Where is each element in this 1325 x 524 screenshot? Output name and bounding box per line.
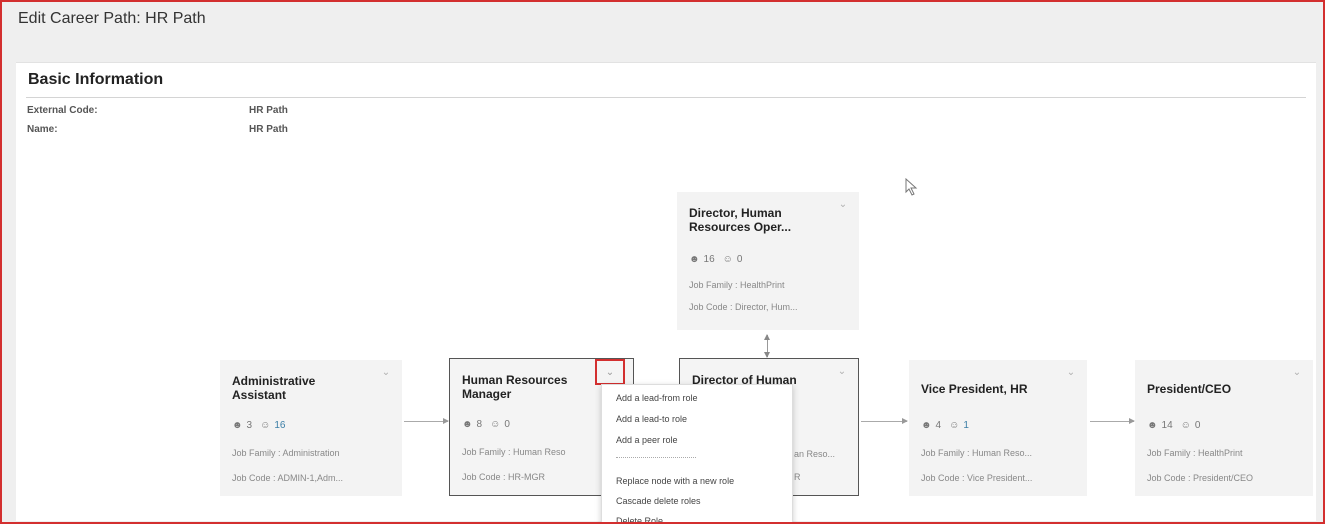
chevron-down-icon[interactable]: ⌄ [595,359,625,385]
users-icon: ☻ [689,254,700,265]
role-stats: ☻ 8 ☺ 0 [462,419,510,430]
job-code: Job Code : Vice President... [921,473,1033,483]
role-title: Human Resources Manager [462,373,568,401]
job-family: Job Family : Human Reso [462,447,566,457]
stat-count-b: 1 [963,420,969,431]
role-card-director-hr-ops[interactable]: Director, Human Resources Oper... ⌄ ☻ 16 … [677,192,859,330]
arrow-up-icon [764,334,770,340]
external-code-label: External Code: [27,105,98,116]
stat-count-b: 0 [1194,420,1201,431]
menu-item-cascade-delete-roles[interactable]: Cascade delete roles [616,496,701,506]
user-icon: ☺ [490,419,501,430]
role-title: Administrative Assistant [232,374,316,402]
stat-count-a: 8 [476,419,483,430]
menu-item-add-peer-role[interactable]: Add a peer role [616,435,678,445]
menu-divider [616,457,696,459]
name-value: HR Path [249,124,288,135]
stat-count-a: 4 [935,420,942,431]
section-divider [26,97,1306,98]
stat-count-a: 3 [246,420,253,431]
job-code: Job Code : ADMIN-1,Adm... [232,473,344,483]
job-family: Job Family : Human Reso... [921,448,1033,458]
user-icon: ☺ [1180,420,1191,431]
menu-item-add-lead-from-role[interactable]: Add a lead-from role [616,393,698,403]
role-stats: ☻ 3 ☺ 16 [232,420,285,431]
job-code: Job Code : President/CEO [1147,473,1254,483]
job-family: Job Family : HealthPrint [1147,448,1243,458]
chevron-down-icon[interactable]: ⌄ [837,200,849,210]
stat-count-b: 0 [504,419,510,430]
role-title: Vice President, HR [921,382,1028,396]
role-stats: ☻ 4 ☺ 1 [921,420,969,431]
connector-arrow [1090,418,1135,424]
node-context-menu: Add a lead-from role Add a lead-to role … [601,384,793,522]
chevron-down-icon[interactable]: ⌄ [1065,368,1077,378]
menu-item-add-lead-to-role[interactable]: Add a lead-to role [616,414,687,424]
stat-count-a: 14 [1161,420,1173,431]
job-family: Job Family : Administration [232,448,340,458]
chevron-down-icon[interactable]: ⌄ [380,368,392,378]
mouse-cursor-icon [905,178,918,196]
page-title: Edit Career Path: HR Path [18,10,206,27]
stat-count-b: 16 [274,420,286,431]
menu-item-replace-node[interactable]: Replace node with a new role [616,476,734,486]
role-stats: ☻ 16 ☺ 0 [689,254,742,265]
user-icon: ☺ [260,420,271,431]
role-card-administrative-assistant[interactable]: Administrative Assistant ⌄ ☻ 3 ☺ 16 Job Fa… [220,360,402,496]
users-icon: ☻ [921,420,932,431]
window-frame: Edit Career Path: HR Path Basic Informat… [0,0,1325,524]
menu-item-delete-role[interactable]: Delete Role [616,516,663,522]
name-label: Name: [27,124,58,135]
chevron-down-icon[interactable]: ⌄ [836,367,848,377]
user-icon: ☺ [949,420,960,431]
role-card-president-ceo[interactable]: President/CEO ⌄ ☻ 14 ☺ 0 Job Family : Heal… [1135,360,1313,496]
peer-connector [764,334,770,358]
role-card-vice-president-hr[interactable]: Vice President, HR ⌄ ☻ 4 ☺ 1 Job Family : … [909,360,1087,496]
user-icon: ☺ [722,254,733,265]
role-title: President/CEO [1147,382,1232,396]
external-code-value: HR Path [249,105,288,116]
job-code: R [794,472,801,482]
connector-arrow [861,418,908,424]
connector-arrow [404,418,449,424]
users-icon: ☻ [462,419,473,430]
job-code: Job Code : Director, Hum... [689,302,798,312]
stat-count-b: 0 [736,254,743,265]
role-stats: ☻ 14 ☺ 0 [1147,420,1200,431]
chevron-down-icon[interactable]: ⌄ [1291,368,1303,378]
section-title: Basic Information [28,71,164,88]
users-icon: ☻ [232,420,243,431]
users-icon: ☻ [1147,420,1158,431]
job-family: Job Family : HealthPrint [689,280,785,290]
job-code: Job Code : HR-MGR [462,472,546,482]
job-family: an Reso... [794,449,836,459]
role-title: Director, Human Resources Oper... [689,206,792,234]
stat-count-a: 16 [703,254,715,265]
